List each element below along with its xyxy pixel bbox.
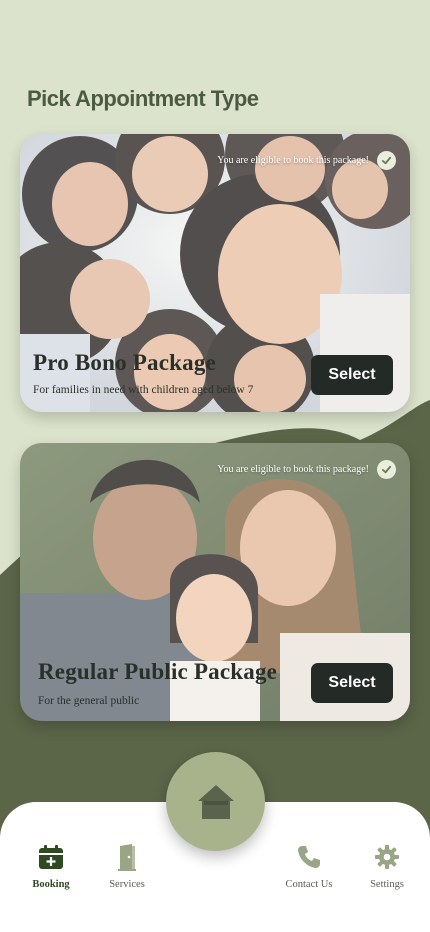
home-button[interactable]: [166, 752, 265, 851]
eligibility-indicator: You are eligible to book this package!: [217, 151, 396, 170]
home-icon: [197, 784, 234, 819]
package-title: Pro Bono Package: [33, 350, 216, 375]
gear-icon: [372, 842, 402, 872]
select-button[interactable]: Select: [311, 355, 393, 395]
nav-item-settings[interactable]: Settings: [347, 842, 427, 890]
page-title: Pick Appointment Type: [27, 86, 259, 111]
eligibility-text: You are eligible to book this package!: [217, 464, 369, 475]
phone-icon: [294, 842, 324, 872]
nav-label: Settings: [370, 879, 404, 890]
eligibility-text: You are eligible to book this package!: [217, 155, 369, 166]
package-subtitle: For families in need with children aged …: [33, 384, 254, 396]
select-button[interactable]: Select: [311, 663, 393, 703]
check-icon: [377, 151, 396, 170]
package-card-pro-bono[interactable]: You are eligible to book this package! P…: [20, 134, 410, 412]
package-subtitle: For the general public: [38, 695, 140, 707]
package-title: Regular Public Package: [38, 659, 278, 684]
nav-label: Services: [109, 879, 145, 890]
calendar-plus-icon: [36, 842, 66, 872]
eligibility-indicator: You are eligible to book this package!: [217, 460, 396, 479]
nav-item-contact-us[interactable]: Contact Us: [269, 842, 349, 890]
nav-label: Contact Us: [285, 879, 333, 890]
door-icon: [112, 842, 142, 872]
package-card-regular-public[interactable]: You are eligible to book this package! R…: [20, 443, 410, 721]
nav-item-booking[interactable]: Booking: [11, 842, 91, 890]
nav-item-services[interactable]: Services: [87, 842, 167, 890]
check-icon: [377, 460, 396, 479]
nav-label: Booking: [32, 879, 70, 890]
